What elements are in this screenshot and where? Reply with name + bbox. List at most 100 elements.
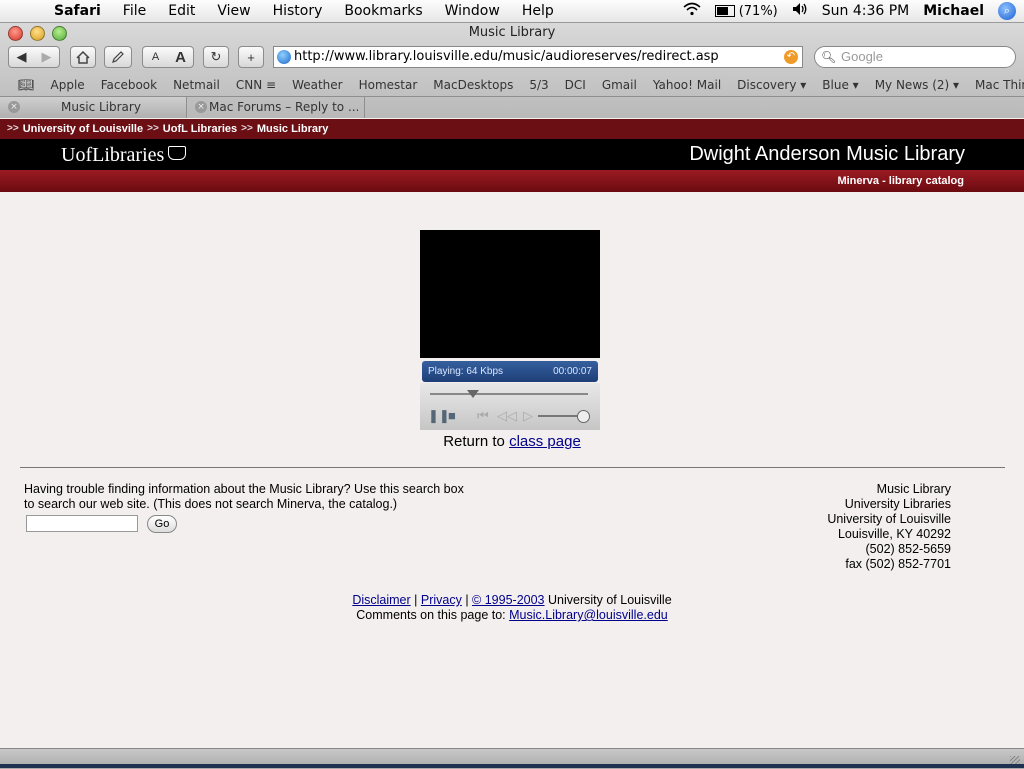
window-title: Music Library — [468, 25, 556, 40]
address-bar[interactable]: http://www.library.louisville.edu/music/… — [273, 46, 803, 68]
text-smaller-button[interactable]: A — [143, 51, 168, 63]
zoom-window-button[interactable] — [52, 26, 67, 41]
text-bigger-button[interactable]: A — [168, 49, 193, 66]
menu-safari[interactable]: Safari — [54, 3, 101, 19]
clock[interactable]: Sun 4:36 PM — [822, 3, 910, 19]
search-help-text: Having trouble finding information about… — [24, 482, 504, 512]
forward-button[interactable]: ▶ — [34, 49, 59, 65]
menu-file[interactable]: File — [123, 3, 146, 19]
menu-window[interactable]: Window — [445, 3, 500, 19]
spotlight-icon[interactable]: ⌕ — [998, 2, 1016, 20]
breadcrumb: >> University of Louisville >> UofL Libr… — [0, 119, 1024, 139]
menu-view[interactable]: View — [217, 3, 250, 19]
previous-icon[interactable]: ⏮︎ — [477, 408, 489, 424]
plus-icon: + — [247, 49, 255, 65]
minimize-window-button[interactable] — [30, 26, 45, 41]
bookmark-item[interactable]: Homestar — [359, 78, 418, 92]
contact-address: Music Library University Libraries Unive… — [827, 482, 951, 572]
apple-menu-icon[interactable] — [18, 2, 34, 20]
bookmark-item[interactable]: 5/3 — [529, 78, 548, 92]
url-text: http://www.library.louisville.edu/music/… — [294, 49, 719, 64]
privacy-link[interactable]: Privacy — [421, 593, 462, 607]
page-footer: Disclaimer | Privacy | © 1995-2003 Unive… — [352, 593, 672, 622]
logo-text: UofLibraries — [61, 144, 165, 166]
address-line: University Libraries — [844, 497, 951, 511]
bug-report-button[interactable] — [104, 46, 132, 68]
globe-icon — [277, 50, 291, 64]
search-field[interactable]: 🔍︎ Google — [814, 46, 1016, 68]
add-bookmark-button[interactable]: + — [238, 46, 264, 68]
return-prefix: Return to — [443, 433, 505, 450]
rewind-icon[interactable]: ◁◁ — [497, 408, 517, 424]
copyright-link[interactable]: © 1995-2003 — [472, 593, 544, 607]
bookmark-item[interactable]: Yahoo! Mail — [653, 78, 721, 92]
tab-mac-forums[interactable]: × Mac Forums – Reply to ... — [187, 97, 365, 118]
book-icon — [168, 146, 187, 160]
uofl-libraries-logo[interactable]: UofLibraries — [61, 144, 187, 167]
menu-help[interactable]: Help — [522, 3, 554, 19]
bookmark-folder[interactable]: Discovery ▾ — [737, 78, 806, 92]
bookmark-item[interactable]: CNN ≡ — [236, 78, 276, 92]
tab-bar: × Music Library × Mac Forums – Reply to … — [0, 96, 1024, 119]
bookmarks-book-icon[interactable]: 📖︎ — [18, 78, 35, 93]
breadcrumb-separator: >> — [147, 123, 159, 134]
bookmark-item[interactable]: Facebook — [101, 78, 157, 92]
menu-edit[interactable]: Edit — [168, 3, 195, 19]
menu-list: Safari File Edit View History Bookmarks … — [54, 3, 576, 19]
bookmark-item[interactable]: DCI — [565, 78, 586, 92]
help-line-2: to search our web site. (This does not s… — [24, 497, 398, 511]
browser-chrome: Music Library ◀ ▶ A A ↻ + http://www.lib… — [0, 23, 1024, 118]
dock-edge — [0, 764, 1024, 768]
volume-icon[interactable] — [792, 2, 808, 20]
reload-icon: ↻ — [210, 49, 222, 64]
breadcrumb-university[interactable]: University of Louisville — [23, 119, 143, 139]
catalog-bar: Minerva - library catalog — [0, 170, 1024, 192]
play-icon[interactable]: ▷ — [523, 408, 533, 424]
seek-bar[interactable] — [430, 393, 588, 395]
stop-icon[interactable]: ■ — [448, 408, 456, 423]
comments-prefix: Comments on this page to: — [356, 608, 506, 622]
back-button[interactable]: ◀ — [9, 49, 34, 65]
bookmark-item[interactable]: Gmail — [602, 78, 637, 92]
class-page-link[interactable]: class page — [509, 433, 581, 450]
battery-icon — [714, 5, 735, 17]
wifi-icon[interactable] — [683, 2, 701, 20]
bookmark-item[interactable]: Weather — [292, 78, 343, 92]
seek-thumb[interactable] — [466, 390, 479, 398]
user-name[interactable]: Michael — [923, 3, 984, 19]
close-tab-icon[interactable]: × — [8, 101, 20, 113]
close-tab-icon[interactable]: × — [195, 101, 207, 113]
site-banner: UofLibraries Dwight Anderson Music Libra… — [0, 139, 1024, 170]
go-button[interactable]: Go — [147, 515, 177, 533]
return-line: Return to class page — [0, 433, 1024, 450]
snapback-icon[interactable]: ↶ — [784, 50, 798, 64]
help-line-1: Having trouble finding information about… — [24, 482, 464, 496]
battery-status[interactable]: (71%) — [714, 4, 778, 19]
close-window-button[interactable] — [8, 26, 23, 41]
bookmark-folder[interactable]: My News (2) ▾ — [875, 78, 959, 92]
pause-icon[interactable]: ❚❚ — [428, 408, 450, 424]
home-button[interactable] — [70, 46, 96, 68]
menu-extras: (71%) Sun 4:36 PM Michael ⌕ — [683, 2, 1016, 20]
menu-bookmarks[interactable]: Bookmarks — [344, 3, 422, 19]
bookmark-item[interactable]: MacDesktops — [433, 78, 513, 92]
bookmark-folder[interactable]: Blue ▾ — [822, 78, 858, 92]
menu-history[interactable]: History — [273, 3, 323, 19]
breadcrumb-separator: >> — [7, 123, 19, 134]
reload-button[interactable]: ↻ — [203, 46, 229, 68]
minerva-catalog-link[interactable]: Minerva - library catalog — [837, 175, 964, 187]
address-line: Music Library — [876, 482, 951, 496]
disclaimer-link[interactable]: Disclaimer — [352, 593, 410, 607]
audio-player: Playing: 64 Kbps 00:00:07 ❚❚ ■ ⏮︎ ◁◁ ▷ — [420, 230, 600, 430]
bookmark-item[interactable]: Apple — [51, 78, 85, 92]
bookmark-item[interactable]: Netmail — [173, 78, 220, 92]
volume-knob[interactable] — [577, 410, 590, 423]
bookmark-folder[interactable]: Mac Things ▾ — [975, 78, 1024, 92]
playing-status: Playing: 64 Kbps — [428, 366, 504, 377]
breadcrumb-music-library[interactable]: Music Library — [257, 119, 329, 139]
playback-time: 00:00:07 — [553, 366, 592, 377]
site-search-input[interactable] — [26, 515, 138, 532]
tab-music-library[interactable]: × Music Library — [0, 97, 187, 118]
breadcrumb-libraries[interactable]: UofL Libraries — [163, 119, 237, 139]
email-link[interactable]: Music.Library@louisville.edu — [509, 608, 668, 622]
